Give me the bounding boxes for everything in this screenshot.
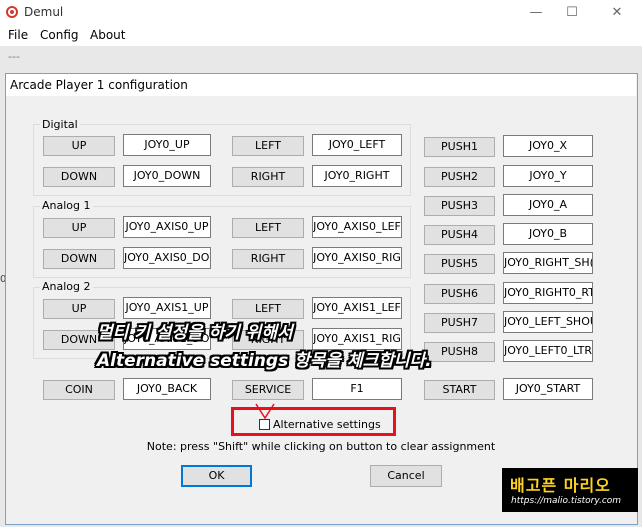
analog1-down-field[interactable]: JOY0_AXIS0_DOW: [123, 247, 211, 269]
analog1-left-button[interactable]: LEFT: [232, 218, 304, 238]
digital-group-label: Digital: [40, 118, 80, 131]
maximize-button[interactable]: ☐: [551, 0, 593, 26]
push1-button[interactable]: PUSH1: [424, 137, 495, 157]
analog1-up-field[interactable]: JOY0_AXIS0_UP: [123, 216, 211, 238]
status-text: ---: [8, 50, 20, 63]
coin-field[interactable]: JOY0_BACK: [123, 378, 211, 400]
push7-field[interactable]: JOY0_LEFT_SHOU: [503, 311, 593, 333]
ok-button[interactable]: OK: [181, 465, 252, 487]
menu-config[interactable]: Config: [40, 28, 79, 42]
push3-field[interactable]: JOY0_A: [503, 194, 593, 216]
demul-app-icon: [6, 6, 18, 18]
push2-button[interactable]: PUSH2: [424, 167, 495, 187]
close-button[interactable]: ✕: [596, 0, 638, 26]
dialog-title: Arcade Player 1 configuration: [10, 78, 188, 92]
push6-button[interactable]: PUSH6: [424, 284, 495, 304]
service-field[interactable]: F1: [312, 378, 402, 400]
analog2-group-label: Analog 2: [40, 280, 93, 293]
push2-field[interactable]: JOY0_Y: [503, 165, 593, 187]
digital-left-field[interactable]: JOY0_LEFT: [312, 134, 402, 156]
cancel-button[interactable]: Cancel: [370, 465, 442, 487]
push8-button[interactable]: PUSH8: [424, 342, 495, 362]
menu-about[interactable]: About: [90, 28, 125, 42]
window-title: Demul: [24, 5, 64, 19]
caption-line-2: Alternative settings 항목을 체크합니다.: [97, 351, 432, 371]
analog2-left-field[interactable]: JOY0_AXIS1_LEF: [312, 297, 402, 319]
analog1-group-label: Analog 1: [40, 199, 93, 212]
analog2-left-button[interactable]: LEFT: [232, 299, 304, 319]
start-button[interactable]: START: [424, 380, 495, 400]
service-button[interactable]: SERVICE: [232, 380, 304, 400]
analog1-down-button[interactable]: DOWN: [43, 249, 115, 269]
push4-field[interactable]: JOY0_B: [503, 223, 593, 245]
push4-button[interactable]: PUSH4: [424, 225, 495, 245]
push7-button[interactable]: PUSH7: [424, 313, 495, 333]
coin-button[interactable]: COIN: [43, 380, 115, 400]
analog2-up-field[interactable]: JOY0_AXIS1_UP: [123, 297, 211, 319]
push5-field[interactable]: JOY0_RIGHT_SH(: [503, 252, 593, 274]
watermark-url: https://malio.tistory.com: [511, 496, 622, 506]
analog1-right-button[interactable]: RIGHT: [232, 249, 304, 269]
start-field[interactable]: JOY0_START: [503, 378, 593, 400]
digital-right-field[interactable]: JOY0_RIGHT: [312, 165, 402, 187]
push6-field[interactable]: JOY0_RIGHT0_RT: [503, 282, 593, 304]
analog1-right-field[interactable]: JOY0_AXIS0_RIG: [312, 247, 402, 269]
analog1-up-button[interactable]: UP: [43, 218, 115, 238]
push1-field[interactable]: JOY0_X: [503, 135, 593, 157]
push8-field[interactable]: JOY0_LEFT0_LTR: [503, 340, 593, 362]
digital-right-button[interactable]: RIGHT: [232, 167, 304, 187]
digital-down-field[interactable]: JOY0_DOWN: [123, 165, 211, 187]
caption-line-1: 멀티 키 설정을 하기 위해서: [97, 323, 293, 343]
analog2-up-button[interactable]: UP: [43, 299, 115, 319]
analog1-left-field[interactable]: JOY0_AXIS0_LEF: [312, 216, 402, 238]
pointer-arrow-icon: [255, 403, 275, 420]
digital-left-button[interactable]: LEFT: [232, 136, 304, 156]
digital-down-button[interactable]: DOWN: [43, 167, 115, 187]
note-text: Note: press "Shift" while clicking on bu…: [146, 440, 496, 453]
watermark-name: 배고픈 마리오: [510, 476, 611, 495]
push5-button[interactable]: PUSH5: [424, 254, 495, 274]
menu-file[interactable]: File: [8, 28, 28, 42]
digital-up-field[interactable]: JOY0_UP: [123, 134, 211, 156]
digital-up-button[interactable]: UP: [43, 136, 115, 156]
push3-button[interactable]: PUSH3: [424, 196, 495, 216]
